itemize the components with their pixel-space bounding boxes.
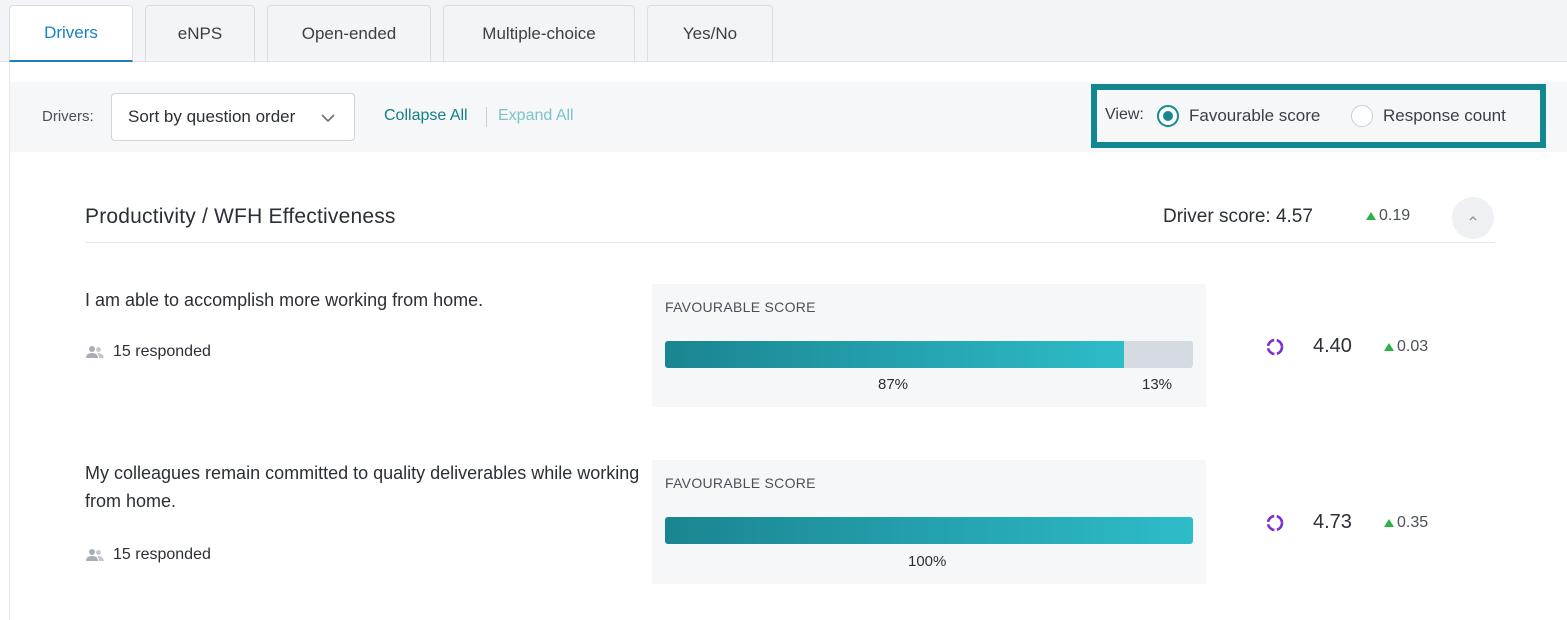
question-score: 4.40 [1313,335,1352,357]
tab-multiple-choice[interactable]: Multiple-choice [443,5,635,61]
driver-score: Driver score: 4.57 [1163,206,1313,227]
tab-enps[interactable]: eNPS [145,5,255,61]
response-count-label[interactable]: Response count [1383,106,1506,126]
up-arrow-icon [1366,212,1376,220]
tab-yes-no[interactable]: Yes/No [647,5,773,61]
section-title: Productivity / WFH Effectiveness [85,205,396,228]
favourable-bar-fill [665,517,1193,544]
link-separator [486,107,487,127]
responded-count: 15 responded [85,546,211,564]
favourable-score-radio[interactable] [1157,105,1179,127]
card-label: FAVOURABLE SCORE [665,299,816,315]
expand-all-link[interactable]: Expand All [498,107,574,125]
favourable-score-card: FAVOURABLE SCORE 87% 13% [652,284,1206,407]
view-label: View: [1105,106,1144,123]
unfavourable-percent: 13% [1142,376,1173,393]
question-delta-value: 0.03 [1397,338,1429,355]
question-text: My colleagues remain committed to qualit… [85,463,640,511]
card-label: FAVOURABLE SCORE [665,475,816,491]
favourable-score-label[interactable]: Favourable score [1189,106,1320,126]
loading-spinner-icon [1266,514,1284,532]
favourable-percent: 100% [908,553,947,570]
driver-score-delta-value: 0.19 [1379,207,1411,224]
chevron-down-icon [321,114,335,123]
favourable-score-bar [665,341,1193,368]
responded-label: 15 responded [113,546,211,563]
question-score-delta: 0.35 [1384,514,1428,532]
tab-bar: Drivers eNPS Open-ended Multiple-choice … [0,0,1567,62]
response-count-radio[interactable] [1351,105,1373,127]
collapse-all-link[interactable]: Collapse All [384,107,468,125]
sort-dropdown[interactable]: Sort by question order [111,93,355,141]
tab-open-ended[interactable]: Open-ended [267,5,431,61]
question-text: I am able to accomplish more working fro… [85,290,484,310]
up-arrow-icon [1384,343,1394,351]
favourable-score-card: FAVOURABLE SCORE 100% [652,460,1206,584]
responded-count: 15 responded [85,343,211,361]
question-delta-value: 0.35 [1397,514,1429,531]
sort-dropdown-value: Sort by question order [128,107,296,126]
favourable-bar-fill [665,341,1125,368]
up-arrow-icon [1384,519,1394,527]
tab-drivers[interactable]: Drivers [9,5,133,62]
people-icon [86,346,104,358]
drivers-label: Drivers: [42,108,94,125]
section-divider [85,242,1495,243]
question-score-delta: 0.03 [1384,338,1428,356]
loading-spinner-icon [1266,338,1284,356]
view-selector: View: Favourable score Response count [1091,84,1546,148]
people-icon [86,549,104,561]
driver-score-delta: 0.19 [1366,207,1410,225]
favourable-percent: 87% [878,376,909,393]
responded-label: 15 responded [113,343,211,360]
favourable-score-bar [665,517,1193,544]
question-score: 4.73 [1313,511,1352,533]
chevron-up-icon [1469,216,1477,221]
collapse-section-button[interactable] [1452,197,1494,239]
